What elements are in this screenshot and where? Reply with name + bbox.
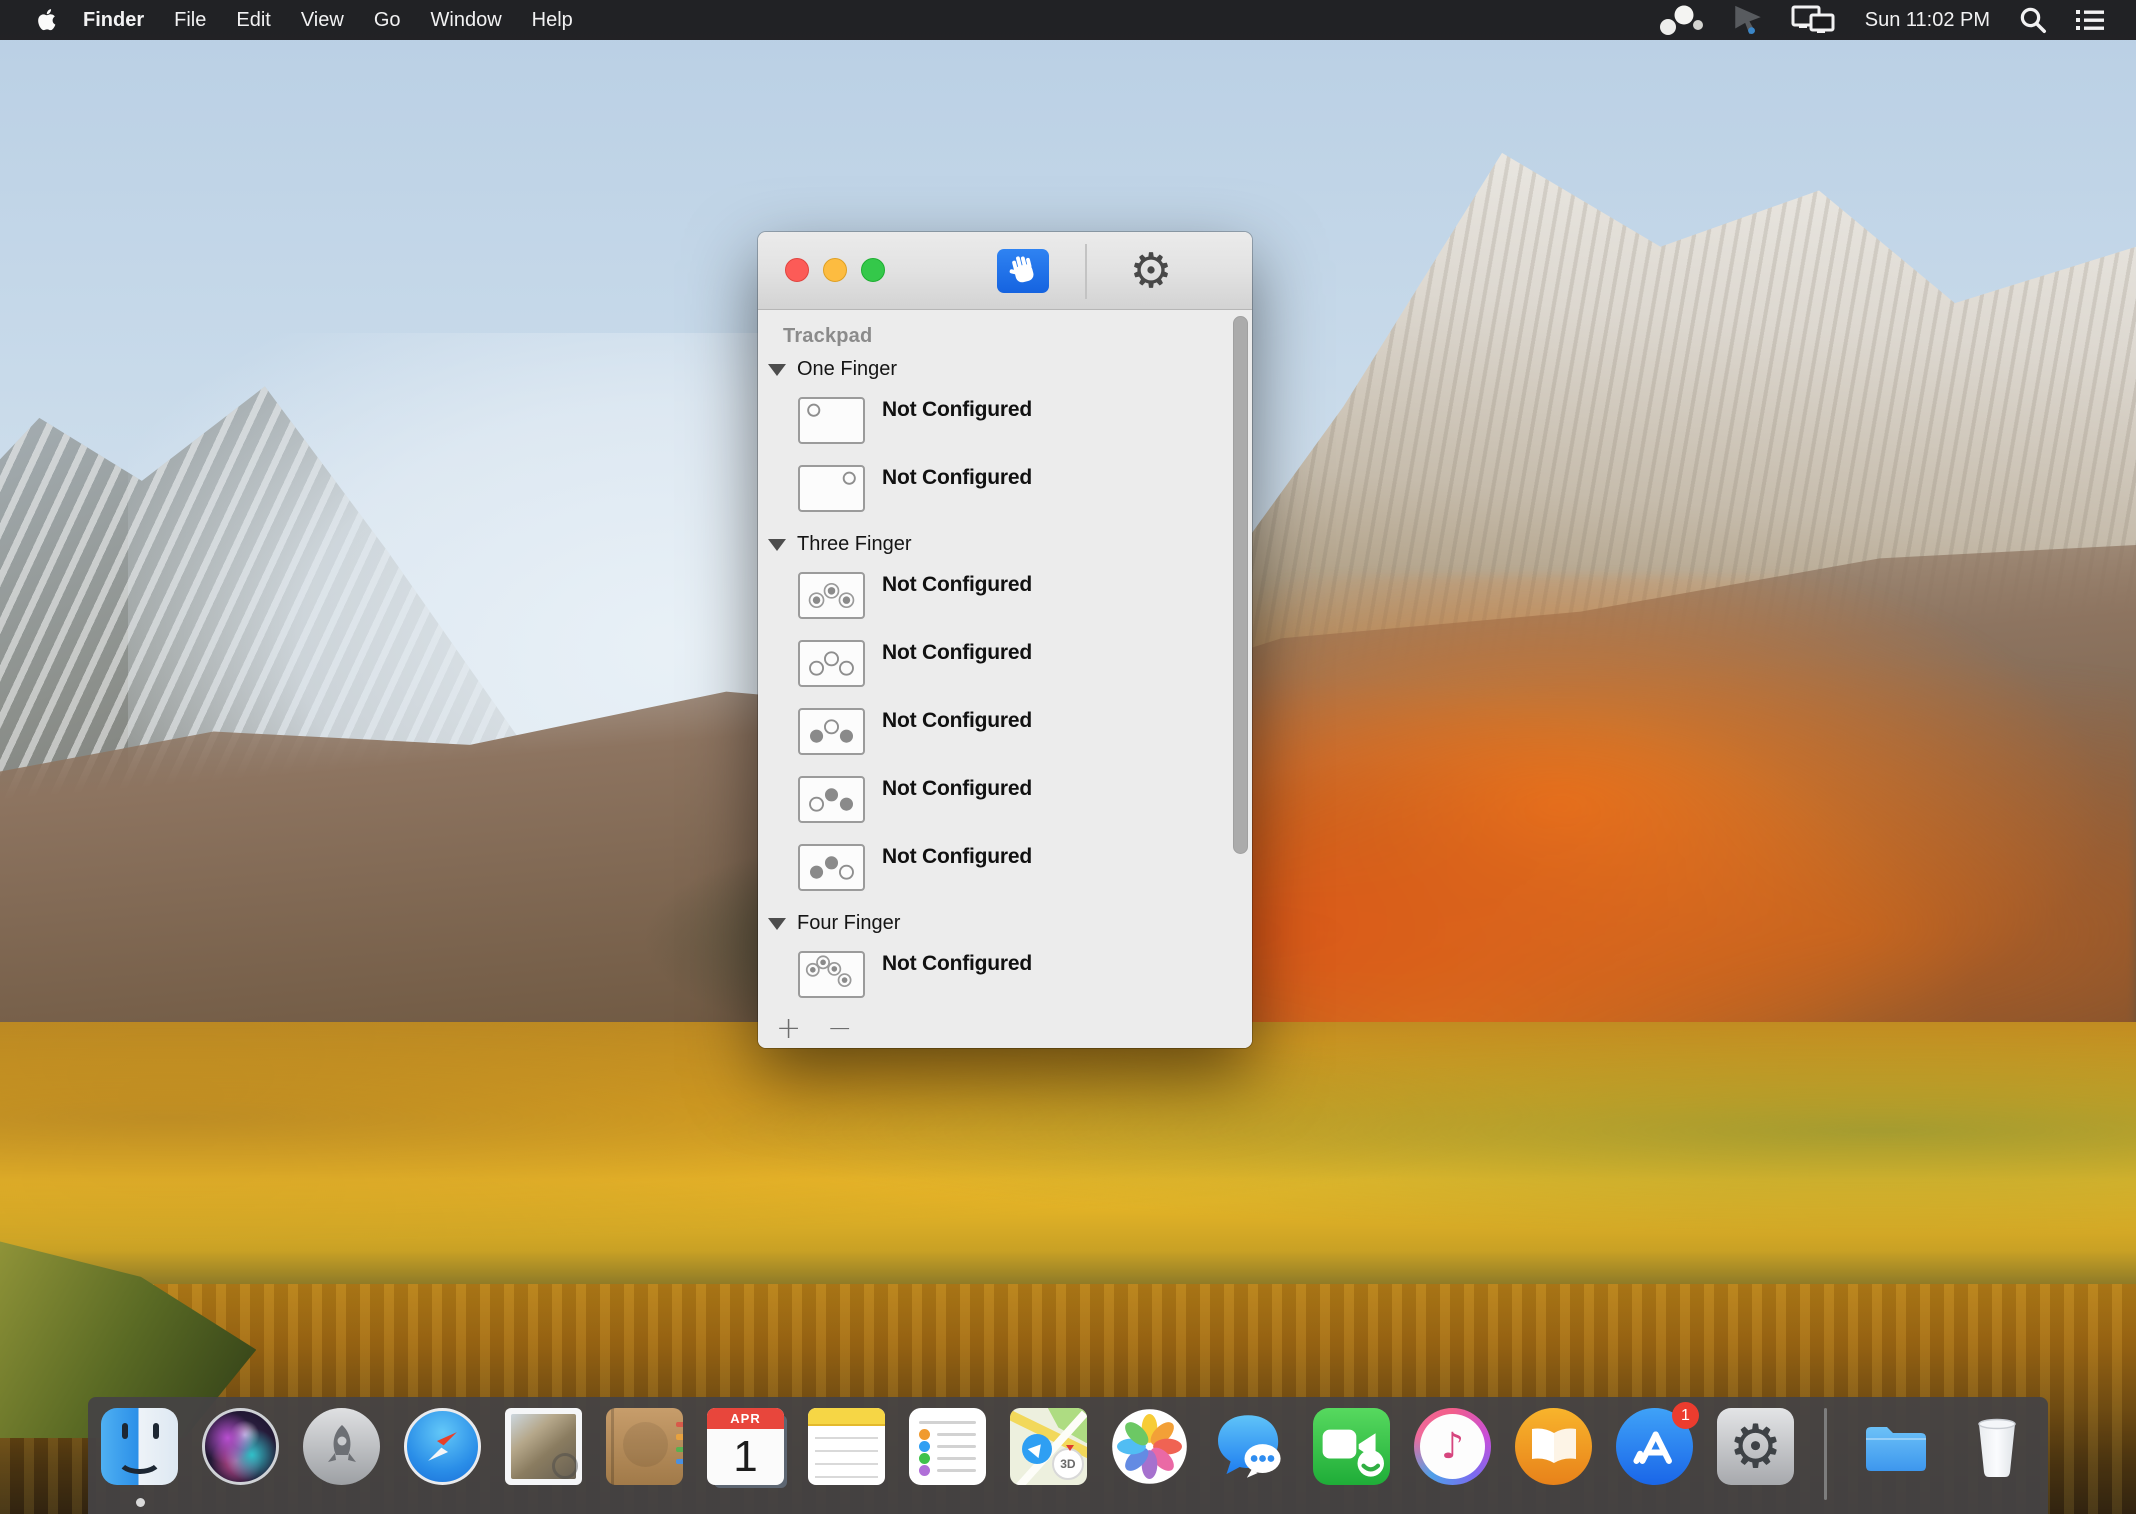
gesture-action-label: Not Configured <box>882 709 1032 733</box>
dock-app-store-icon[interactable]: 1 <box>1616 1408 1693 1485</box>
gesture-list: Trackpad One Finger Not Configured Not C… <box>758 311 1252 1048</box>
trackpad-gesture-icon <box>798 640 865 687</box>
section-header-three-finger[interactable]: Three Finger <box>768 533 1252 556</box>
trackpad-gesture-icon <box>798 951 865 998</box>
gesture-row[interactable]: Not Configured <box>798 776 1252 823</box>
gesture-row[interactable]: Not Configured <box>798 465 1252 512</box>
apple-menu-icon[interactable] <box>24 7 68 33</box>
maps-3d-badge: 3D <box>1052 1448 1084 1480</box>
gesture-row[interactable]: Not Configured <box>798 708 1252 755</box>
trackpad-gesture-icon <box>798 844 865 891</box>
dock-contacts-icon[interactable] <box>606 1408 683 1485</box>
dock-reminders-icon[interactable] <box>909 1408 986 1485</box>
menu-item-go[interactable]: Go <box>359 9 416 32</box>
section-label: One Finger <box>797 358 897 381</box>
gesture-action-label: Not Configured <box>882 777 1032 801</box>
finder-running-indicator <box>136 1498 145 1507</box>
calendar-day-label: 1 <box>707 1429 784 1485</box>
capture-cursor-icon[interactable] <box>1723 0 1773 40</box>
window-titlebar[interactable]: ⚙ <box>758 232 1252 310</box>
dock-trash-icon[interactable] <box>1958 1408 2035 1485</box>
dock-books-icon[interactable] <box>1515 1408 1592 1485</box>
trackpad-hand-icon <box>1006 251 1040 292</box>
menu-bar-clock[interactable]: Sun 11:02 PM <box>1855 9 2000 32</box>
gesture-action-label: Not Configured <box>882 641 1032 665</box>
dock-maps-icon[interactable]: 3D <box>1010 1408 1087 1485</box>
remove-gesture-button[interactable]: − <box>821 1012 858 1046</box>
display-mirroring-icon[interactable] <box>1783 0 1845 40</box>
menu-bar: Finder File Edit View Go Window Help <box>0 0 2136 40</box>
dock-facetime-icon[interactable] <box>1313 1408 1390 1485</box>
app-store-badge: 1 <box>1672 1402 1699 1429</box>
dock-folder-icon[interactable] <box>1857 1408 1934 1485</box>
dock-launchpad-icon[interactable] <box>303 1408 380 1485</box>
section-header-four-finger[interactable]: Four Finger <box>768 912 1252 935</box>
disclosure-triangle-icon[interactable] <box>768 918 786 930</box>
scrollbar-thumb[interactable] <box>1233 316 1248 854</box>
menu-item-view[interactable]: View <box>286 9 359 32</box>
gear-icon: ⚙ <box>1729 1417 1783 1477</box>
gesture-action-label: Not Configured <box>882 845 1032 869</box>
dock-finder-icon[interactable] <box>101 1408 178 1485</box>
menu-item-edit[interactable]: Edit <box>221 9 285 32</box>
zoom-button[interactable] <box>861 258 885 282</box>
dock-itunes-icon[interactable]: ♪ <box>1414 1408 1491 1485</box>
gesture-row[interactable]: Not Configured <box>798 640 1252 687</box>
dock-safari-icon[interactable] <box>404 1408 481 1485</box>
trackpad-gesture-icon <box>798 397 865 444</box>
tab-trackpad[interactable] <box>997 249 1049 293</box>
dock-mail-icon[interactable] <box>505 1408 582 1485</box>
gesture-config-window: ⚙ Trackpad One Finger Not Configured Not… <box>758 232 1252 1048</box>
gesture-action-label: Not Configured <box>882 952 1032 976</box>
gear-icon: ⚙ <box>1129 247 1172 295</box>
section-label: Four Finger <box>797 912 900 935</box>
gesture-row[interactable]: Not Configured <box>798 397 1252 444</box>
dock-system-preferences-icon[interactable]: ⚙ <box>1717 1408 1794 1485</box>
spotlight-search-icon[interactable] <box>2010 0 2056 40</box>
gesture-row[interactable]: Not Configured <box>798 951 1252 998</box>
add-gesture-button[interactable]: + <box>770 1012 807 1046</box>
dock-messages-icon[interactable] <box>1212 1408 1289 1485</box>
minimize-button[interactable] <box>823 258 847 282</box>
disclosure-triangle-icon[interactable] <box>768 364 786 376</box>
gesture-row[interactable]: Not Configured <box>798 844 1252 891</box>
menu-item-finder[interactable]: Finder <box>68 9 159 32</box>
trackpad-gesture-icon <box>798 465 865 512</box>
disclosure-triangle-icon[interactable] <box>768 539 786 551</box>
calendar-month-label: APR <box>707 1408 784 1429</box>
dock-notes-icon[interactable] <box>808 1408 885 1485</box>
desktop: Finder File Edit View Go Window Help <box>0 0 2136 1514</box>
gesture-action-label: Not Configured <box>882 398 1032 422</box>
notification-center-icon[interactable] <box>2066 0 2114 40</box>
gesture-action-label: Not Configured <box>882 573 1032 597</box>
trackpad-gesture-icon <box>798 572 865 619</box>
gesture-row[interactable]: Not Configured <box>798 572 1252 619</box>
section-header-one-finger[interactable]: One Finger <box>768 358 1252 381</box>
menu-item-help[interactable]: Help <box>517 9 588 32</box>
dock-divider <box>1824 1408 1827 1500</box>
trackpad-gesture-icon <box>798 708 865 755</box>
tab-settings[interactable]: ⚙ <box>1120 240 1182 302</box>
panel-title: Trackpad <box>783 325 1252 348</box>
menu-item-file[interactable]: File <box>159 9 221 32</box>
menu-item-window[interactable]: Window <box>416 9 517 32</box>
section-label: Three Finger <box>797 533 912 556</box>
btt-circles-icon[interactable] <box>1649 0 1713 40</box>
music-note-glyph: ♪ <box>1441 1429 1464 1465</box>
dock: APR 1 3D <box>88 1397 2048 1514</box>
toolbar-divider <box>1085 244 1087 299</box>
dock-photos-icon[interactable] <box>1111 1408 1188 1485</box>
trackpad-gesture-icon <box>798 776 865 823</box>
close-button[interactable] <box>785 258 809 282</box>
dock-calendar-icon[interactable]: APR 1 <box>707 1408 784 1485</box>
gesture-action-label: Not Configured <box>882 466 1032 490</box>
dock-siri-icon[interactable] <box>202 1408 279 1485</box>
